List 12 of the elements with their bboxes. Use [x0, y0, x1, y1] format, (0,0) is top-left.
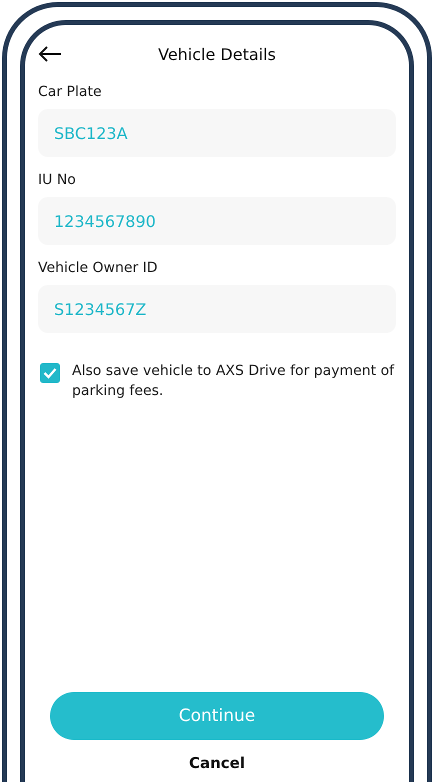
check-icon [43, 367, 57, 379]
cancel-button[interactable]: Cancel [182, 752, 251, 774]
field-label: Vehicle Owner ID [38, 260, 159, 276]
input-field[interactable]: SBC123A [38, 109, 396, 157]
screen-title: Vehicle Details [158, 44, 276, 64]
continue-button[interactable]: Continue [50, 692, 384, 740]
input-field[interactable]: 1234567890 [38, 197, 396, 245]
field-label: Car Plate [38, 84, 103, 100]
checkbox-label: Also save vehicle to AXS Drive for payment of parking fees. [72, 362, 396, 401]
input-field[interactable]: S1234567Z [38, 285, 396, 333]
checkbox[interactable] [40, 363, 60, 383]
field-label: IU No [38, 172, 77, 188]
